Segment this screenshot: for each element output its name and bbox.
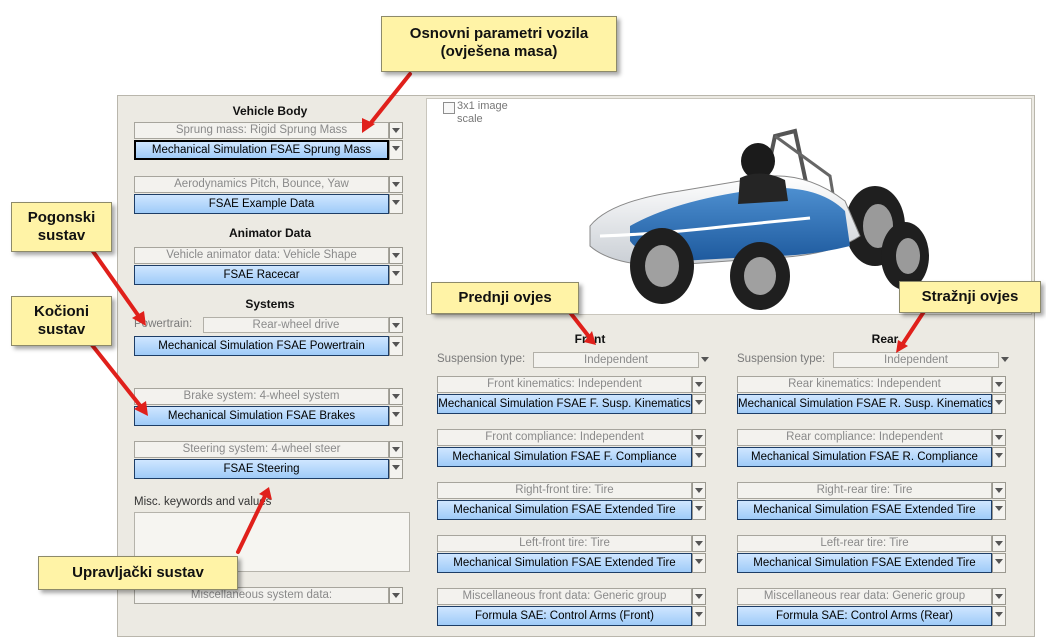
image-scale-label: 3x1 image scale	[457, 100, 508, 125]
chevron-down-icon[interactable]	[692, 376, 706, 393]
rear-heading: Rear	[871, 332, 899, 346]
misc-rear-dataset-link[interactable]: Formula SAE: Control Arms (Rear)	[737, 606, 992, 626]
misc-front-data-category[interactable]: Miscellaneous front data: Generic group	[437, 588, 692, 605]
front-heading: Front	[574, 332, 606, 346]
misc-keywords-label: Misc. keywords and values	[134, 496, 272, 508]
right-rear-tire-category[interactable]: Right-rear tire: Tire	[737, 482, 992, 499]
systems-heading: Systems	[245, 297, 295, 311]
front-kinematics-category[interactable]: Front kinematics: Independent	[437, 376, 692, 393]
brake-dataset-link[interactable]: Mechanical Simulation FSAE Brakes	[134, 406, 389, 426]
chevron-down-icon[interactable]	[389, 388, 403, 405]
rear-suspension-type-select[interactable]: Independent	[833, 352, 999, 368]
steering-system-category[interactable]: Steering system: 4-wheel steer	[134, 441, 389, 458]
vehicle-body-heading: Vehicle Body	[232, 104, 308, 118]
chevron-down-icon[interactable]	[389, 336, 403, 356]
callout-kocioni-sustav: Kočioni sustav	[11, 296, 112, 346]
chevron-down-icon[interactable]	[389, 140, 403, 160]
chevron-down-icon[interactable]	[992, 394, 1006, 414]
chevron-down-icon[interactable]	[992, 553, 1006, 573]
right-front-tire-category[interactable]: Right-front tire: Tire	[437, 482, 692, 499]
powertrain-dataset-link[interactable]: Mechanical Simulation FSAE Powertrain	[134, 336, 389, 356]
powertrain-label: Powertrain:	[134, 318, 193, 330]
chevron-down-icon[interactable]	[692, 394, 706, 414]
front-suspension-type-select[interactable]: Independent	[533, 352, 699, 368]
chevron-down-icon[interactable]	[389, 176, 403, 193]
chevron-down-icon[interactable]	[389, 122, 403, 139]
callout-pogonski-sustav: Pogonski sustav	[11, 202, 112, 252]
powertrain-drive-select[interactable]: Rear-wheel drive	[203, 317, 389, 333]
chevron-down-icon[interactable]	[999, 352, 1013, 368]
rear-kinematics-category[interactable]: Rear kinematics: Independent	[737, 376, 992, 393]
chevron-down-icon[interactable]	[389, 194, 403, 214]
rear-suspension-type-label: Suspension type:	[737, 353, 826, 365]
callout-osnovni-parametri: Osnovni parametri vozila (ovješena masa)	[381, 16, 617, 72]
chevron-down-icon[interactable]	[692, 447, 706, 467]
rear-compliance-category[interactable]: Rear compliance: Independent	[737, 429, 992, 446]
chevron-down-icon[interactable]	[389, 441, 403, 458]
chevron-down-icon[interactable]	[992, 447, 1006, 467]
right-front-tire-dataset-link[interactable]: Mechanical Simulation FSAE Extended Tire	[437, 500, 692, 520]
chevron-down-icon[interactable]	[992, 376, 1006, 393]
left-rear-tire-category[interactable]: Left-rear tire: Tire	[737, 535, 992, 552]
chevron-down-icon[interactable]	[692, 535, 706, 552]
chevron-down-icon[interactable]	[992, 482, 1006, 499]
chevron-down-icon[interactable]	[992, 606, 1006, 626]
fsae-car-image	[589, 128, 929, 310]
chevron-down-icon[interactable]	[389, 317, 403, 333]
chevron-down-icon[interactable]	[692, 606, 706, 626]
animator-data-heading: Animator Data	[228, 226, 311, 240]
chevron-down-icon[interactable]	[992, 500, 1006, 520]
chevron-down-icon[interactable]	[692, 500, 706, 520]
front-compliance-dataset-link[interactable]: Mechanical Simulation FSAE F. Compliance	[437, 447, 692, 467]
chevron-down-icon[interactable]	[389, 587, 403, 604]
chevron-down-icon[interactable]	[992, 429, 1006, 446]
vehicle-shape-dataset-link[interactable]: FSAE Racecar	[134, 265, 389, 285]
chevron-down-icon[interactable]	[992, 588, 1006, 605]
left-front-tire-dataset-link[interactable]: Mechanical Simulation FSAE Extended Tire	[437, 553, 692, 573]
misc-front-dataset-link[interactable]: Formula SAE: Control Arms (Front)	[437, 606, 692, 626]
callout-straznji-ovjes: Stražnji ovjes	[899, 281, 1041, 313]
left-rear-tire-dataset-link[interactable]: Mechanical Simulation FSAE Extended Tire	[737, 553, 992, 573]
chevron-down-icon[interactable]	[692, 553, 706, 573]
right-rear-tire-dataset-link[interactable]: Mechanical Simulation FSAE Extended Tire	[737, 500, 992, 520]
front-kinematics-dataset-link[interactable]: Mechanical Simulation FSAE F. Susp. Kine…	[437, 394, 692, 414]
chevron-down-icon[interactable]	[389, 459, 403, 479]
chevron-down-icon[interactable]	[692, 588, 706, 605]
misc-rear-data-category[interactable]: Miscellaneous rear data: Generic group	[737, 588, 992, 605]
front-suspension-type-label: Suspension type:	[437, 353, 526, 365]
callout-prednji-ovjes: Prednji ovjes	[431, 282, 579, 314]
left-front-tire-category[interactable]: Left-front tire: Tire	[437, 535, 692, 552]
chevron-down-icon[interactable]	[692, 429, 706, 446]
aerodynamics-dataset-link[interactable]: FSAE Example Data	[134, 194, 389, 214]
callout-upravljacki-sustav: Upravljački sustav	[38, 556, 238, 590]
front-compliance-category[interactable]: Front compliance: Independent	[437, 429, 692, 446]
chevron-down-icon[interactable]	[699, 352, 713, 368]
vehicle-shape-category[interactable]: Vehicle animator data: Vehicle Shape	[134, 247, 389, 264]
sprung-mass-dataset-link[interactable]: Mechanical Simulation FSAE Sprung Mass	[134, 140, 389, 160]
chevron-down-icon[interactable]	[692, 482, 706, 499]
steering-dataset-link[interactable]: FSAE Steering	[134, 459, 389, 479]
rear-kinematics-dataset-link[interactable]: Mechanical Simulation FSAE R. Susp. Kine…	[737, 394, 992, 414]
sprung-mass-category[interactable]: Sprung mass: Rigid Sprung Mass	[134, 122, 389, 139]
chevron-down-icon[interactable]	[389, 406, 403, 426]
aerodynamics-category[interactable]: Aerodynamics Pitch, Bounce, Yaw	[134, 176, 389, 193]
image-scale-checkbox[interactable]	[443, 102, 455, 114]
chevron-down-icon[interactable]	[992, 535, 1006, 552]
brake-system-category[interactable]: Brake system: 4-wheel system	[134, 388, 389, 405]
rear-compliance-dataset-link[interactable]: Mechanical Simulation FSAE R. Compliance	[737, 447, 992, 467]
chevron-down-icon[interactable]	[389, 265, 403, 285]
chevron-down-icon[interactable]	[389, 247, 403, 264]
